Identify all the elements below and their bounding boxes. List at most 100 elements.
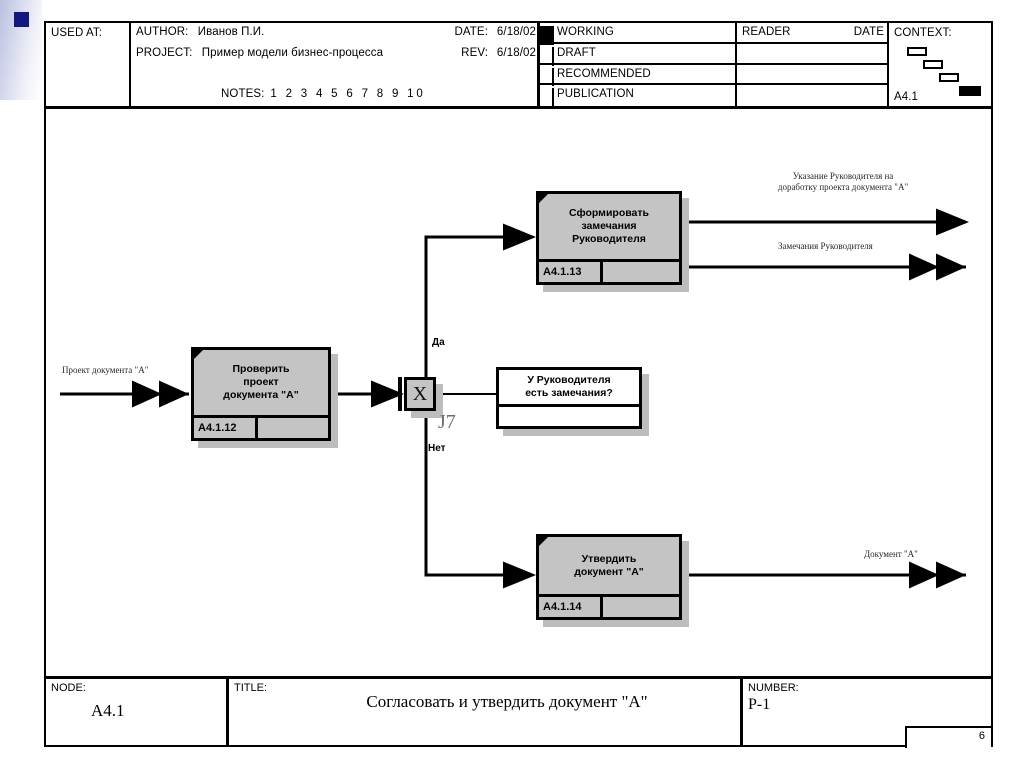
activity-id: A4.1.13 <box>539 262 603 282</box>
flow-label-input-draft: Проект документа "А" <box>62 365 149 375</box>
status-row-draft[interactable]: DRAFT <box>540 44 737 66</box>
footer-node-value: A4.1 <box>91 701 125 720</box>
notes-numbers[interactable]: 1 2 3 4 5 6 7 8 9 10 <box>270 88 425 100</box>
reader-row-draft[interactable] <box>737 44 889 65</box>
flow-label-rework-instruction: Указание Руководителя на доработку проек… <box>738 171 948 193</box>
reader-column: READER DATE <box>737 23 889 106</box>
status-checkbox-publication[interactable] <box>540 88 554 109</box>
uob-corner-marker <box>539 537 548 546</box>
activity-title-line-2: документ "А" <box>574 565 644 578</box>
context-cell: CONTEXT: A4.1 <box>889 23 991 106</box>
decision-note-box[interactable]: У Руководителя есть замечания? <box>496 367 649 436</box>
notes-label: NOTES: <box>221 88 265 100</box>
activity-extra-cell <box>603 262 679 282</box>
reader-header-row: READER DATE <box>737 23 889 44</box>
context-shape-1 <box>907 47 927 56</box>
footer-title-value: Согласовать и утвердить документ "А" <box>366 692 648 711</box>
reader-label: READER <box>742 26 791 38</box>
status-row-recommended[interactable]: RECOMMENDED <box>540 65 737 87</box>
activity-title-line-3: Руководителя <box>572 233 646 245</box>
project-value: Пример модели бизнес-процесса <box>201 47 384 59</box>
context-shape-3 <box>939 73 959 82</box>
footer-title-label: TITLE: <box>234 682 268 694</box>
used-at-cell: USED AT: <box>46 23 131 106</box>
activity-box-a4-1-14[interactable]: Утвердить документ "А" A4.1.14 <box>536 534 689 627</box>
project-label: PROJECT: <box>136 47 193 59</box>
activity-extra-cell <box>603 597 679 617</box>
slide-bullet-marker <box>14 12 29 27</box>
reader-row-recommended[interactable] <box>737 65 889 86</box>
context-label: CONTEXT: <box>894 27 952 39</box>
diagram-footer: NODE: A4.1 TITLE: Согласовать и утвердит… <box>46 679 991 748</box>
note-question-line-1: У Руководителя <box>527 374 611 386</box>
diagram-canvas: Сформировать замечания Руководителя A4.1… <box>46 109 991 679</box>
rev-group: REV: 6/18/02 <box>454 47 536 59</box>
date-group: DATE: 6/18/02 <box>454 26 536 38</box>
activity-id: A4.1.14 <box>539 597 603 617</box>
footer-number-label: NUMBER: <box>748 682 799 694</box>
slide-page: USED AT: AUTHOR: Иванов П.И. DATE: 6/18/0… <box>0 0 1024 768</box>
status-column: WORKING DRAFT RECOMMENDED PUBLICATION <box>540 23 737 109</box>
activity-title-line-1: Сформировать <box>569 207 649 219</box>
reader-date-label: DATE <box>853 26 884 38</box>
author-row: AUTHOR: Иванов П.И. DATE: 6/18/02 <box>131 23 540 44</box>
note-question-line-2: есть замечания? <box>525 387 613 399</box>
xor-junction-j7[interactable]: X <box>398 377 443 418</box>
flow-label-rework-line-1: Указание Руководителя на <box>792 171 894 181</box>
rev-value: 6/18/02 <box>496 47 536 59</box>
branch-label-yes: Да <box>432 337 445 348</box>
status-label-recommended: RECOMMENDED <box>557 67 651 80</box>
activity-body: Сформировать замечания Руководителя A4.1… <box>536 191 682 285</box>
status-label-working: WORKING <box>557 26 614 38</box>
status-label-draft: DRAFT <box>557 46 596 59</box>
activity-footer: A4.1.13 <box>539 259 679 282</box>
context-node-value: A4.1 <box>894 91 919 103</box>
author-value: Иванов П.И. <box>197 26 265 38</box>
activity-box-a4-1-12[interactable]: Проверить проект документа "А" A4.1.12 <box>191 347 338 448</box>
activity-title-line-2: проект <box>243 376 279 388</box>
rev-label: REV: <box>461 47 488 59</box>
footer-number-cell: NUMBER: P-1 6 <box>743 679 991 748</box>
activity-title-line-1: Проверить <box>232 363 290 375</box>
note-question: У Руководителя есть замечания? <box>499 370 639 407</box>
activity-footer: A4.1.14 <box>539 594 679 617</box>
project-row: PROJECT: Пример модели бизнес-процесса R… <box>131 44 540 65</box>
author-project-block: AUTHOR: Иванов П.И. DATE: 6/18/02 PROJECT… <box>131 23 540 106</box>
activity-id: A4.1.12 <box>194 418 258 438</box>
uob-corner-marker <box>194 350 203 359</box>
uob-corner-marker <box>539 194 548 203</box>
junction-entry-bar <box>398 377 402 411</box>
activity-footer: A4.1.12 <box>194 415 328 438</box>
status-row-publication[interactable]: PUBLICATION <box>540 85 737 109</box>
reader-row-publication[interactable] <box>737 85 889 106</box>
junction-symbol: X <box>404 377 436 411</box>
activity-title: Проверить проект документа "А" <box>194 350 328 415</box>
note-empty-area <box>499 407 639 426</box>
junction-label-j7: J7 <box>438 411 456 433</box>
footer-node-cell: NODE: A4.1 <box>46 679 229 745</box>
activity-title-line-3: документа "А" <box>223 389 299 401</box>
status-checkbox-working[interactable] <box>540 26 554 45</box>
activity-extra-cell <box>258 418 328 438</box>
status-row-working[interactable]: WORKING <box>540 23 737 45</box>
status-checkbox-recommended[interactable] <box>540 67 554 87</box>
footer-number-value: P-1 <box>748 696 771 713</box>
date-label: DATE: <box>454 26 488 38</box>
context-shape-2 <box>923 60 943 69</box>
status-label-publication: PUBLICATION <box>557 88 634 101</box>
activity-title-line-2: замечания <box>581 220 637 232</box>
context-shape-current <box>959 86 981 96</box>
author-label: AUTHOR: <box>136 26 189 38</box>
activity-body: Утвердить документ "А" A4.1.14 <box>536 534 682 620</box>
activity-title-line-1: Утвердить <box>581 552 637 565</box>
diagram-header: USED AT: AUTHOR: Иванов П.И. DATE: 6/18/0… <box>46 23 991 109</box>
branch-label-no: Нет <box>428 443 446 454</box>
status-checkbox-draft[interactable] <box>540 46 554 66</box>
date-value: 6/18/02 <box>496 26 536 38</box>
flow-label-manager-remarks: Замечания Руководителя <box>778 241 873 251</box>
activity-box-a4-1-13[interactable]: Сформировать замечания Руководителя A4.1… <box>536 191 689 292</box>
used-at-label: USED AT: <box>51 27 103 39</box>
activity-body: Проверить проект документа "А" A4.1.12 <box>191 347 331 441</box>
footer-title-cell: TITLE: Согласовать и утвердить документ … <box>229 679 743 745</box>
footer-page-number: 6 <box>905 726 991 748</box>
